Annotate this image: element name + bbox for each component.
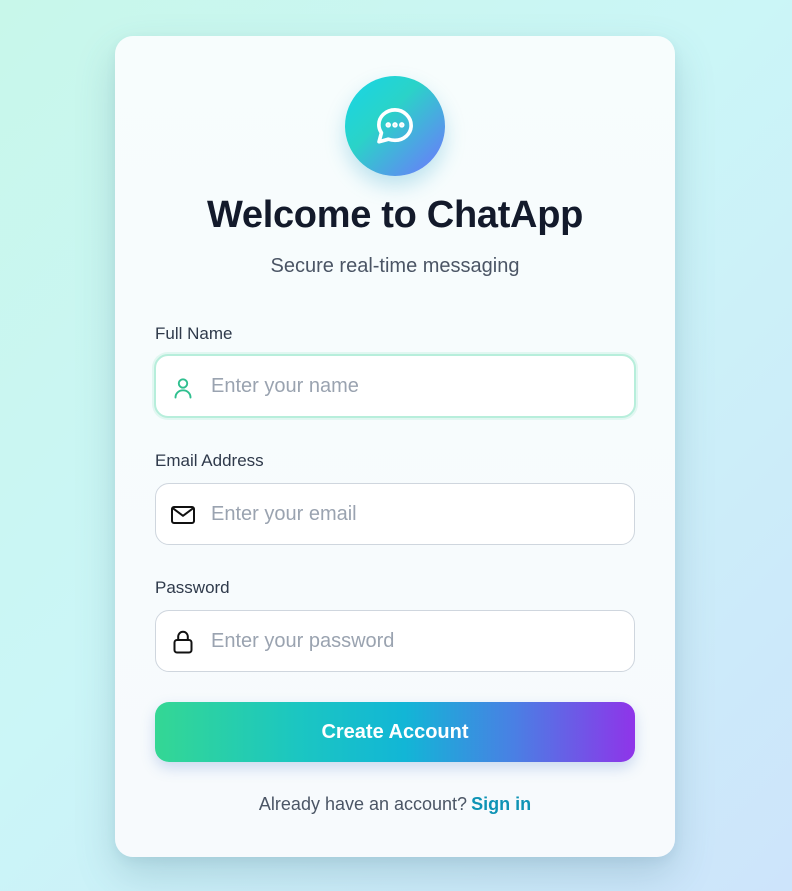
lock-icon [170, 629, 196, 655]
chat-bubble-icon [377, 108, 413, 144]
email-field-label: Email Address [155, 451, 264, 470]
sign-in-link[interactable]: Sign in [471, 794, 531, 814]
name-field-label: Full Name [155, 324, 233, 343]
mail-icon [170, 502, 196, 528]
signin-prompt-text: Already have an account? [258, 794, 468, 814]
signin-prompt: Already have an account? Sign in [115, 794, 675, 815]
page-subtitle: Secure real-time messaging [270, 255, 520, 277]
page-title: Welcome to ChatApp [206, 194, 584, 236]
user-icon [170, 375, 196, 401]
app-logo [345, 76, 445, 176]
password-field-label: Password [155, 578, 230, 597]
password-input[interactable] [211, 611, 611, 671]
email-field[interactable] [155, 483, 635, 545]
signup-card: Welcome to ChatApp Secure real-time mess… [115, 36, 675, 857]
name-field[interactable] [154, 354, 636, 418]
password-field[interactable] [155, 610, 635, 672]
name-input[interactable] [211, 356, 611, 416]
email-input[interactable] [211, 484, 611, 544]
create-account-button[interactable]: Create Account [155, 702, 635, 762]
